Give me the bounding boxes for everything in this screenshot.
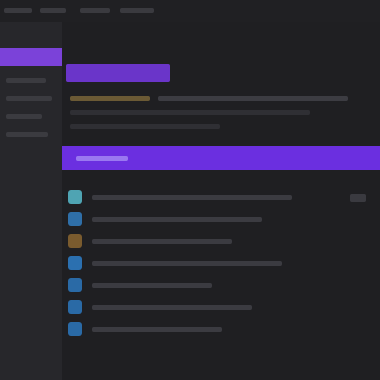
list-item[interactable] [66, 296, 366, 318]
list-item-label [92, 327, 222, 332]
menu-item[interactable] [80, 8, 110, 13]
teal-app-icon [68, 190, 82, 204]
blue-app-icon [68, 256, 82, 270]
blue-app-icon [68, 212, 82, 226]
menu-item[interactable] [4, 8, 32, 13]
list-item[interactable] [66, 274, 366, 296]
selected-row[interactable] [62, 146, 380, 170]
list-item[interactable] [66, 186, 366, 208]
list-item-label [92, 239, 232, 244]
scroll-button[interactable] [350, 194, 366, 202]
amber-app-icon [68, 234, 82, 248]
list-item-label [92, 305, 252, 310]
sidebar-item[interactable] [6, 114, 42, 119]
list-item-label [92, 283, 212, 288]
app-window [0, 0, 380, 380]
menu-item[interactable] [120, 8, 154, 13]
sidebar-item[interactable] [6, 132, 48, 137]
sidebar-item-active[interactable] [0, 48, 62, 66]
text-line [70, 124, 220, 129]
page-heading-highlight [66, 64, 170, 82]
main-panel [62, 22, 380, 380]
selected-row-label [76, 156, 128, 161]
text-line [158, 96, 348, 101]
blue-app-icon [68, 278, 82, 292]
list-item-label [92, 261, 282, 266]
text-line [70, 96, 150, 101]
sidebar-item[interactable] [6, 96, 52, 101]
list-item[interactable] [66, 252, 366, 274]
text-line [70, 110, 310, 115]
list-item[interactable] [66, 230, 366, 252]
sidebar [0, 22, 62, 380]
list-item[interactable] [66, 208, 366, 230]
list-item-label [92, 195, 292, 200]
list-item-label [92, 217, 262, 222]
blue-app-icon [68, 322, 82, 336]
sidebar-item[interactable] [6, 78, 46, 83]
title-bar [0, 0, 380, 22]
menu-item[interactable] [40, 8, 66, 13]
blue-app-icon [68, 300, 82, 314]
list-item[interactable] [66, 318, 366, 340]
